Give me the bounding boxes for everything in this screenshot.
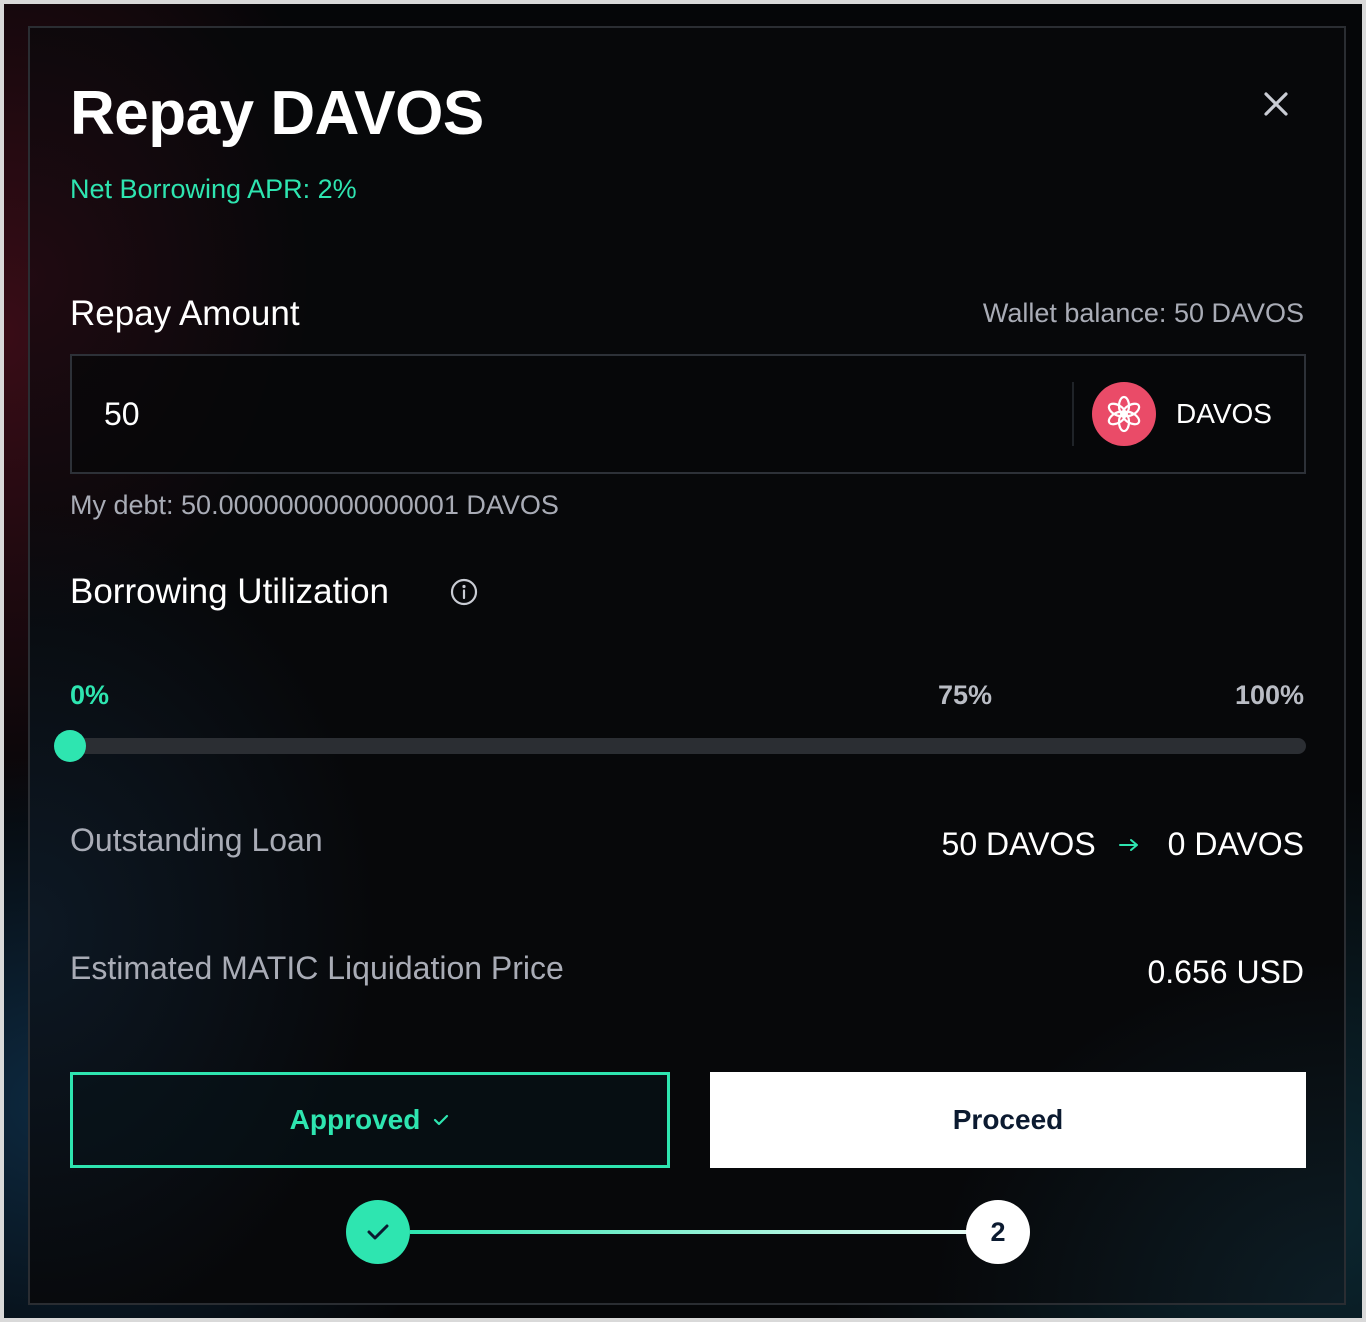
liquidation-price-value: 0.656 USD (1147, 954, 1304, 990)
approved-label: Approved (289, 1104, 421, 1135)
outstanding-loan-label: Outstanding Loan (70, 822, 323, 858)
utilization-tick-100: 100% (1234, 680, 1304, 710)
approved-button[interactable]: Approved (70, 1072, 670, 1168)
outstanding-loan-values: 50 DAVOS 0 DAVOS (942, 826, 1304, 863)
page-background: Repay DAVOS Net Borrowing APR: 2% Repay … (4, 4, 1362, 1318)
token-name: DAVOS (1176, 398, 1272, 429)
field-divider (1072, 382, 1074, 446)
step-1-complete (346, 1200, 410, 1264)
arrow-right-icon (1118, 838, 1138, 851)
check-icon (367, 1224, 389, 1240)
utilization-tick-0: 0% (70, 680, 110, 710)
davos-logo-icon (1092, 382, 1156, 446)
token-selector[interactable]: DAVOS (1092, 382, 1302, 446)
stepper-line (410, 1230, 970, 1234)
wallet-balance: Wallet balance: 50 DAVOS (982, 298, 1304, 328)
utilization-tick-75: 75% (938, 680, 993, 710)
proceed-label: Proceed (952, 1104, 1064, 1135)
proceed-button[interactable]: Proceed (710, 1072, 1306, 1168)
net-borrowing-apr: Net Borrowing APR: 2% (70, 174, 357, 204)
close-icon (1264, 92, 1288, 116)
step-2: 2 (966, 1200, 1030, 1264)
repay-amount-input[interactable] (104, 356, 1044, 472)
repay-modal: Repay DAVOS Net Borrowing APR: 2% Repay … (28, 26, 1346, 1305)
liquidation-price-label: Estimated MATIC Liquidation Price (70, 950, 564, 986)
my-debt: My debt: 50.0000000000000001 DAVOS (70, 490, 559, 520)
repay-amount-field: DAVOS (70, 354, 1306, 474)
borrowing-utilization-title: Borrowing Utilization (70, 572, 390, 611)
repay-amount-title: Repay Amount (70, 294, 300, 333)
loan-from-value: 50 DAVOS (941, 826, 1096, 862)
modal-title: Repay DAVOS (70, 79, 484, 148)
check-icon (434, 1114, 449, 1126)
info-icon[interactable] (450, 578, 478, 606)
close-button[interactable] (1256, 84, 1296, 124)
utilization-slider-track[interactable] (70, 738, 1306, 754)
utilization-slider-thumb[interactable] (54, 730, 86, 762)
loan-to-value: 0 DAVOS (1167, 826, 1304, 862)
